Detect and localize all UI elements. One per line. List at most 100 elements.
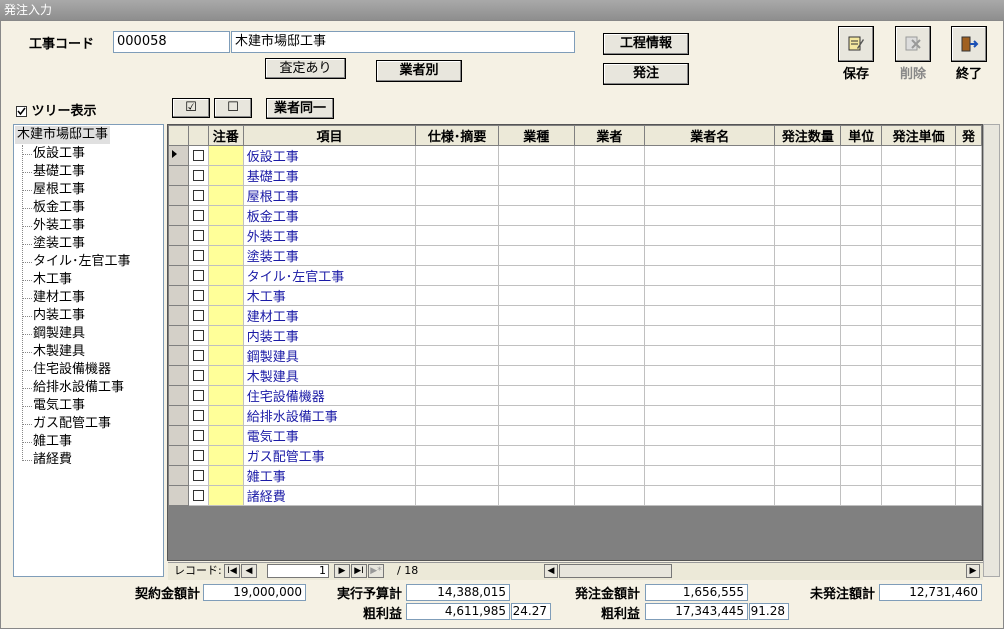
grid-cell[interactable] [497,245,575,266]
column-header[interactable] [168,125,189,146]
grid-cell[interactable] [955,465,982,486]
row-checkbox-cell[interactable] [187,385,209,406]
row-selector[interactable] [168,245,189,266]
order-number-cell[interactable] [207,165,244,186]
grid-cell[interactable] [573,145,646,166]
row-selector[interactable] [168,305,189,326]
row-selector[interactable] [168,225,189,246]
grid-cell[interactable] [774,325,842,346]
grid-cell[interactable] [573,285,646,306]
table-row[interactable]: 仮設工事 [168,145,982,166]
row-selector[interactable] [168,205,189,226]
grid-cell[interactable] [881,465,956,486]
row-checkbox[interactable] [192,270,204,281]
grid-cell[interactable] [774,445,842,466]
row-checkbox[interactable] [192,210,204,221]
hscroll-right-button[interactable]: ▶ [966,564,980,578]
grid-cell[interactable] [840,485,883,506]
grid-cell[interactable] [955,265,982,286]
tree-toggle[interactable]: ツリー表示 [16,100,97,119]
grid-cell[interactable] [415,285,499,306]
grid-cell[interactable] [955,385,982,406]
grid-cell[interactable] [774,285,842,306]
grid-cell[interactable] [840,365,883,386]
column-header[interactable]: 業者 [573,125,646,146]
grid-cell[interactable] [573,345,646,366]
grid-cell[interactable] [644,485,776,506]
table-row[interactable]: 諸経費 [168,485,982,506]
grid-cell[interactable] [497,445,575,466]
order-number-cell[interactable] [207,185,244,206]
grid-cell[interactable] [774,405,842,426]
grid-cell[interactable] [644,185,776,206]
exit-button[interactable] [951,26,987,62]
row-checkbox-cell[interactable] [187,345,209,366]
grid-cell[interactable] [497,425,575,446]
row-selector[interactable] [168,345,189,366]
grid-cell[interactable] [955,485,982,506]
grid-cell[interactable] [881,165,956,186]
item-cell[interactable]: 住宅設備機器 [242,385,417,406]
tree-node[interactable]: 木工事 [33,271,72,289]
order-number-cell[interactable] [207,445,244,466]
hscroll-thumb[interactable] [559,564,672,578]
grid-cell[interactable] [415,365,499,386]
tree-node[interactable]: 屋根工事 [33,181,85,199]
grid-cell[interactable] [415,185,499,206]
grid-cell[interactable] [774,485,842,506]
tree-node[interactable]: 内装工事 [33,307,85,325]
grid-cell[interactable] [840,145,883,166]
table-row[interactable]: 雑工事 [168,465,982,486]
uncheck-all-button[interactable]: ☐ [214,98,252,118]
item-cell[interactable]: 鋼製建具 [242,345,417,366]
grid-cell[interactable] [644,365,776,386]
order-number-cell[interactable] [207,425,244,446]
table-row[interactable]: 電気工事 [168,425,982,446]
item-cell[interactable]: 仮設工事 [242,145,417,166]
row-checkbox[interactable] [192,310,204,321]
grid-cell[interactable] [573,305,646,326]
grid-cell[interactable] [955,405,982,426]
table-row[interactable]: 給排水設備工事 [168,405,982,426]
tree-node[interactable]: 木製建具 [33,343,85,361]
column-header[interactable]: 項目 [242,125,417,146]
order-grid[interactable]: 注番 項目 仕様･摘要 業種 業者 業者名 発注数量 単位 発注単価発 仮設工事 基礎工事 屋根工事… [167,124,983,561]
grid-cell[interactable] [840,305,883,326]
grid-cell[interactable] [415,305,499,326]
grid-cell[interactable] [774,465,842,486]
grid-cell[interactable] [497,285,575,306]
table-row[interactable]: 板金工事 [168,205,982,226]
table-row[interactable]: 内装工事 [168,325,982,346]
grid-cell[interactable] [497,325,575,346]
row-checkbox-cell[interactable] [187,285,209,306]
item-cell[interactable]: タイル･左官工事 [242,265,417,286]
grid-cell[interactable] [881,365,956,386]
row-selector[interactable] [168,165,189,186]
grid-cell[interactable] [955,445,982,466]
row-checkbox[interactable] [192,450,204,461]
grid-cell[interactable] [774,225,842,246]
grid-cell[interactable] [774,345,842,366]
tree-node[interactable]: ガス配管工事 [33,415,111,433]
record-number-input[interactable]: 1 [267,564,329,578]
grid-cell[interactable] [573,445,646,466]
column-header[interactable]: 発注数量 [774,125,842,146]
row-selector[interactable] [168,485,189,506]
grid-cell[interactable] [955,325,982,346]
grid-cell[interactable] [955,345,982,366]
row-checkbox[interactable] [192,370,204,381]
order-number-cell[interactable] [207,265,244,286]
order-number-cell[interactable] [207,485,244,506]
grid-cell[interactable] [497,365,575,386]
row-selector[interactable] [168,365,189,386]
grid-cell[interactable] [881,265,956,286]
row-checkbox-cell[interactable] [187,225,209,246]
row-selector[interactable] [168,325,189,346]
row-checkbox[interactable] [192,290,204,301]
grid-cell[interactable] [955,425,982,446]
koji-name-field[interactable]: 木建市場邸工事 [231,31,575,53]
grid-cell[interactable] [415,485,499,506]
tree-node[interactable]: 建材工事 [33,289,85,307]
grid-cell[interactable] [415,465,499,486]
row-checkbox-cell[interactable] [187,245,209,266]
